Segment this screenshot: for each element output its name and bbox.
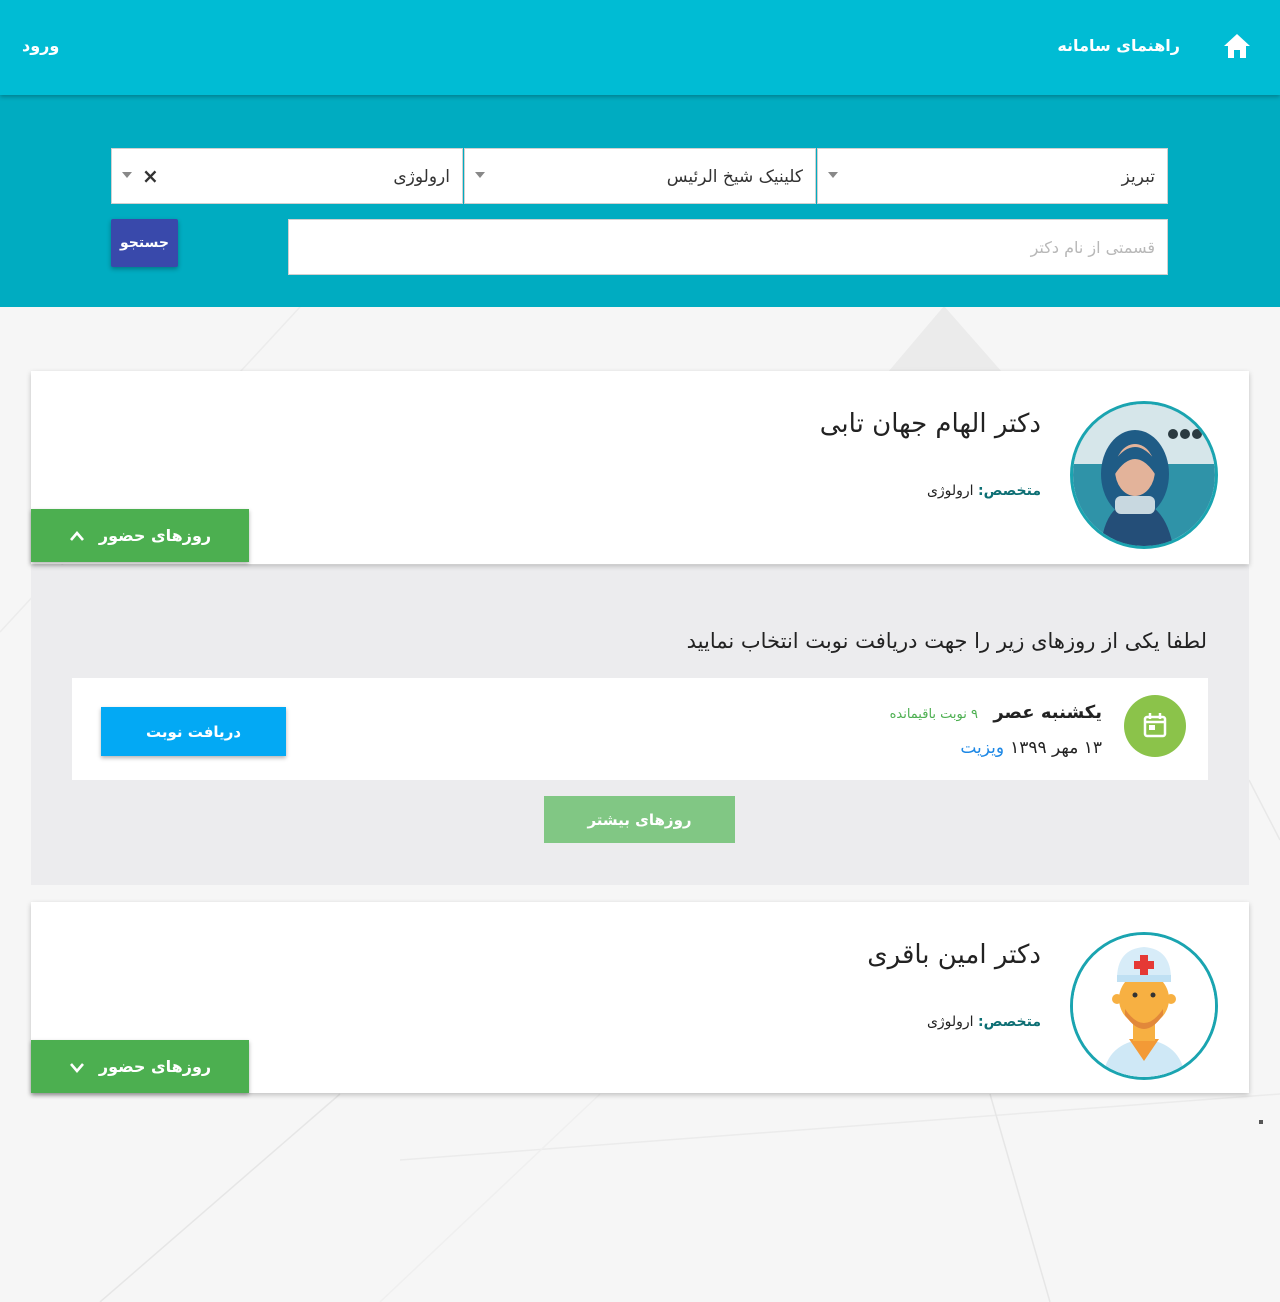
specialty-value: ارولوژی xyxy=(926,1014,974,1030)
doctor-specialty: متخصص: ارولوژی xyxy=(927,1014,1041,1030)
specialty-label: متخصص: xyxy=(978,1014,1041,1030)
specialty-value: ارولوژی xyxy=(926,483,974,499)
search-button[interactable]: جستجو xyxy=(111,219,178,267)
top-navbar: راهنمای سامانه ورود xyxy=(0,0,1280,95)
slot-remaining: ۹ نوبت باقیمانده xyxy=(889,707,978,722)
slot-date-value: ۱۳ مهر ۱۳۹۹ xyxy=(1010,738,1102,758)
chevron-down-icon xyxy=(828,172,838,178)
home-icon[interactable] xyxy=(1222,32,1252,60)
system-guide-link[interactable]: راهنمای سامانه xyxy=(1057,36,1180,55)
slot-day: یکشنبه عصر xyxy=(993,702,1102,723)
specialty-select-value: ارولوژی xyxy=(393,167,450,187)
doctor-avatar xyxy=(1070,932,1218,1080)
schedule-slot: یکشنبه عصر ۹ نوبت باقیمانده ۱۳ مهر ۱۳۹۹و… xyxy=(72,678,1208,780)
slot-date: ۱۳ مهر ۱۳۹۹ویزیت xyxy=(960,738,1102,758)
chevron-down-icon xyxy=(69,1062,84,1073)
attendance-days-label: روزهای حضور xyxy=(98,1057,212,1076)
attendance-days-button[interactable]: روزهای حضور xyxy=(31,509,249,562)
doctor-avatar xyxy=(1070,401,1218,549)
doctor-specialty: متخصص: ارولوژی xyxy=(927,483,1041,499)
schedule-panel: لطفا یکی از روزهای زیر را جهت دریافت نوب… xyxy=(31,565,1249,885)
schedule-prompt: لطفا یکی از روزهای زیر را جهت دریافت نوب… xyxy=(686,629,1207,653)
chevron-down-icon xyxy=(475,172,485,178)
scroll-indicator xyxy=(1259,1120,1263,1124)
search-panel: تبریز کلینیک شیخ الرئیس ارولوژی × جستجو xyxy=(0,95,1280,307)
attendance-days-label: روزهای حضور xyxy=(98,526,212,545)
doctor-name[interactable]: دکتر امین باقری xyxy=(867,940,1041,970)
login-link[interactable]: ورود xyxy=(22,36,59,55)
chevron-up-icon xyxy=(69,530,84,541)
attendance-days-button[interactable]: روزهای حضور xyxy=(31,1040,249,1093)
clinic-select[interactable]: کلینیک شیخ الرئیس xyxy=(464,148,816,204)
specialty-select[interactable]: ارولوژی × xyxy=(111,148,463,204)
doctor-name-input[interactable] xyxy=(288,219,1168,275)
doctor-card: دکتر امین باقری متخصص: ارولوژی روزهای حض… xyxy=(31,902,1249,1093)
doctor-name[interactable]: دکتر الهام جهان تابی xyxy=(820,409,1041,439)
doctor-card: دکتر الهام جهان تابی متخصص: ارولوژی روزه… xyxy=(31,371,1249,564)
specialty-label: متخصص: xyxy=(978,483,1041,499)
clinic-select-value: کلینیک شیخ الرئیس xyxy=(666,167,803,187)
calendar-icon xyxy=(1143,713,1167,738)
calendar-badge xyxy=(1124,695,1186,757)
book-appointment-button[interactable]: دریافت نوبت xyxy=(101,707,286,756)
more-days-button[interactable]: روزهای بیشتر xyxy=(544,796,735,843)
slot-visit-type: ویزیت xyxy=(960,738,1005,758)
city-select-value: تبریز xyxy=(1121,167,1155,187)
city-select[interactable]: تبریز xyxy=(817,148,1168,204)
clear-icon[interactable]: × xyxy=(142,164,159,188)
chevron-down-icon xyxy=(122,172,132,178)
